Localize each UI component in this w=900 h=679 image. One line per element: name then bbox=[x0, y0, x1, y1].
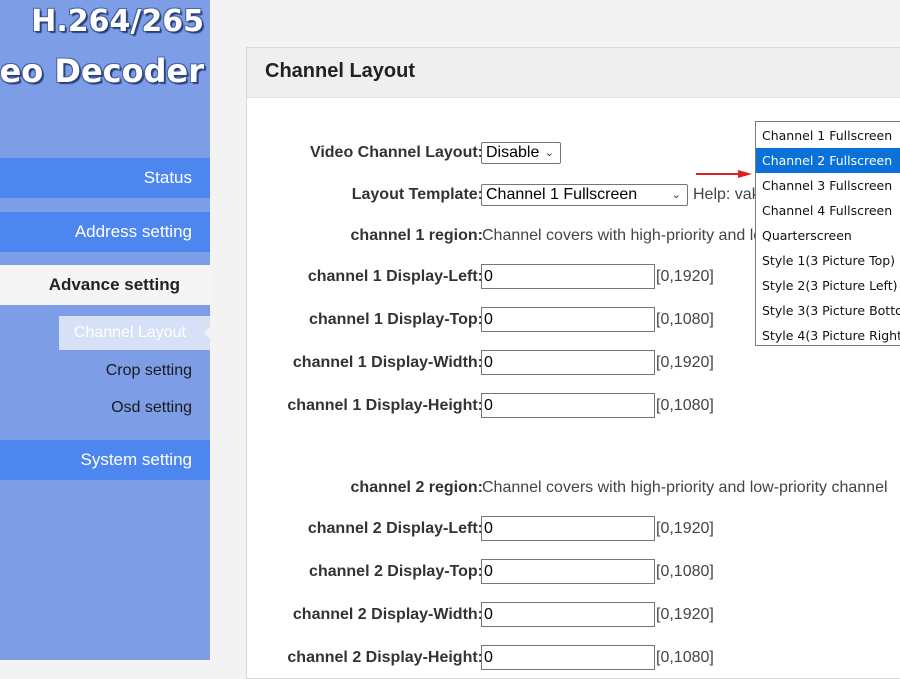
channel-2-height-input[interactable]: 0 bbox=[481, 645, 655, 670]
nav-advance-setting[interactable]: Advance setting bbox=[0, 265, 210, 305]
channel-1-top-input[interactable]: 0 bbox=[481, 307, 655, 332]
channel-1-width-label: channel 1 Display-Width: bbox=[292, 354, 483, 371]
nav-status[interactable]: Status bbox=[0, 158, 210, 198]
channel-2-width-range: [0,1920] bbox=[656, 606, 714, 623]
layout-template-value: Channel 1 Fullscreen bbox=[486, 186, 638, 203]
arrow-right-icon bbox=[696, 170, 752, 178]
channel-2-region-desc: Channel covers with high-priority and lo… bbox=[482, 479, 888, 496]
dropdown-option[interactable]: Channel 1 Fullscreen bbox=[756, 123, 900, 148]
dropdown-option[interactable]: Channel 4 Fullscreen bbox=[756, 198, 900, 223]
channel-2-height-label: channel 2 Display-Height: bbox=[287, 649, 483, 666]
subnav-crop-setting[interactable]: Crop setting bbox=[106, 362, 192, 380]
dropdown-option[interactable]: Channel 3 Fullscreen bbox=[756, 173, 900, 198]
chevron-down-icon: ⌄ bbox=[544, 147, 554, 159]
nav-address-setting[interactable]: Address setting bbox=[0, 212, 210, 252]
channel-2-top-label: channel 2 Display-Top: bbox=[309, 563, 483, 580]
channel-1-height-range: [0,1080] bbox=[656, 397, 714, 414]
layout-template-dropdown: Channel 1 Fullscreen Channel 2 Fullscreen… bbox=[755, 121, 900, 346]
channel-2-left-range: [0,1920] bbox=[656, 520, 714, 537]
chevron-down-icon: ⌄ bbox=[671, 189, 681, 201]
dropdown-option[interactable]: Style 1(3 Picture Top) bbox=[756, 248, 900, 273]
channel-2-top-range: [0,1080] bbox=[656, 563, 714, 580]
layout-template-select[interactable]: Channel 1 Fullscreen ⌄ bbox=[481, 184, 688, 206]
dropdown-option[interactable]: Style 2(3 Picture Left) bbox=[756, 273, 900, 298]
channel-1-width-range: [0,1920] bbox=[656, 354, 714, 371]
channel-1-region-label: channel 1 region: bbox=[350, 227, 483, 244]
channel-2-left-input[interactable]: 0 bbox=[481, 516, 655, 541]
dropdown-option[interactable]: Style 3(3 Picture Bottom) bbox=[756, 298, 900, 323]
channel-2-left-label: channel 2 Display-Left: bbox=[307, 520, 483, 537]
subnav-osd-setting[interactable]: Osd setting bbox=[111, 399, 192, 417]
channel-2-width-label: channel 2 Display-Width: bbox=[292, 606, 483, 623]
channel-1-left-range: [0,1920] bbox=[656, 268, 714, 285]
channel-1-left-label: channel 1 Display-Left: bbox=[307, 268, 483, 285]
channel-2-height-range: [0,1080] bbox=[656, 649, 714, 666]
panel-title: Channel Layout bbox=[247, 48, 900, 98]
channel-2-top-input[interactable]: 0 bbox=[481, 559, 655, 584]
layout-template-label: Layout Template: bbox=[351, 186, 483, 203]
channel-1-region-desc: Channel covers with high-priority and lo bbox=[482, 227, 763, 244]
brand-line-2: Video Decoder bbox=[0, 52, 204, 90]
subnav-channel-layout[interactable]: Channel Layout bbox=[59, 316, 210, 350]
layout-template-help: Help: vak bbox=[693, 186, 760, 203]
video-channel-layout-label: Video Channel Layout: bbox=[309, 144, 483, 161]
channel-1-height-label: channel 1 Display-Height: bbox=[287, 397, 483, 414]
brand-line-1: H.264/265 bbox=[31, 4, 204, 39]
dropdown-option[interactable]: Style 4(3 Picture Right) bbox=[756, 323, 900, 348]
video-channel-layout-value: Disable bbox=[486, 144, 540, 161]
channel-2-width-input[interactable]: 0 bbox=[481, 602, 655, 627]
dropdown-option[interactable]: Channel 2 Fullscreen bbox=[756, 148, 900, 173]
channel-1-width-input[interactable]: 0 bbox=[481, 350, 655, 375]
channel-2-region-label: channel 2 region: bbox=[350, 479, 483, 496]
channel-1-height-input[interactable]: 0 bbox=[481, 393, 655, 418]
dropdown-option[interactable]: Quarterscreen bbox=[756, 223, 900, 248]
sidebar: H.264/265 Video Decoder Status Address s… bbox=[0, 0, 210, 660]
nav-system-setting[interactable]: System setting bbox=[0, 440, 210, 480]
channel-1-left-input[interactable]: 0 bbox=[481, 264, 655, 289]
video-channel-layout-select[interactable]: Disable ⌄ bbox=[481, 142, 561, 164]
channel-1-top-label: channel 1 Display-Top: bbox=[309, 311, 483, 328]
channel-1-top-range: [0,1080] bbox=[656, 311, 714, 328]
